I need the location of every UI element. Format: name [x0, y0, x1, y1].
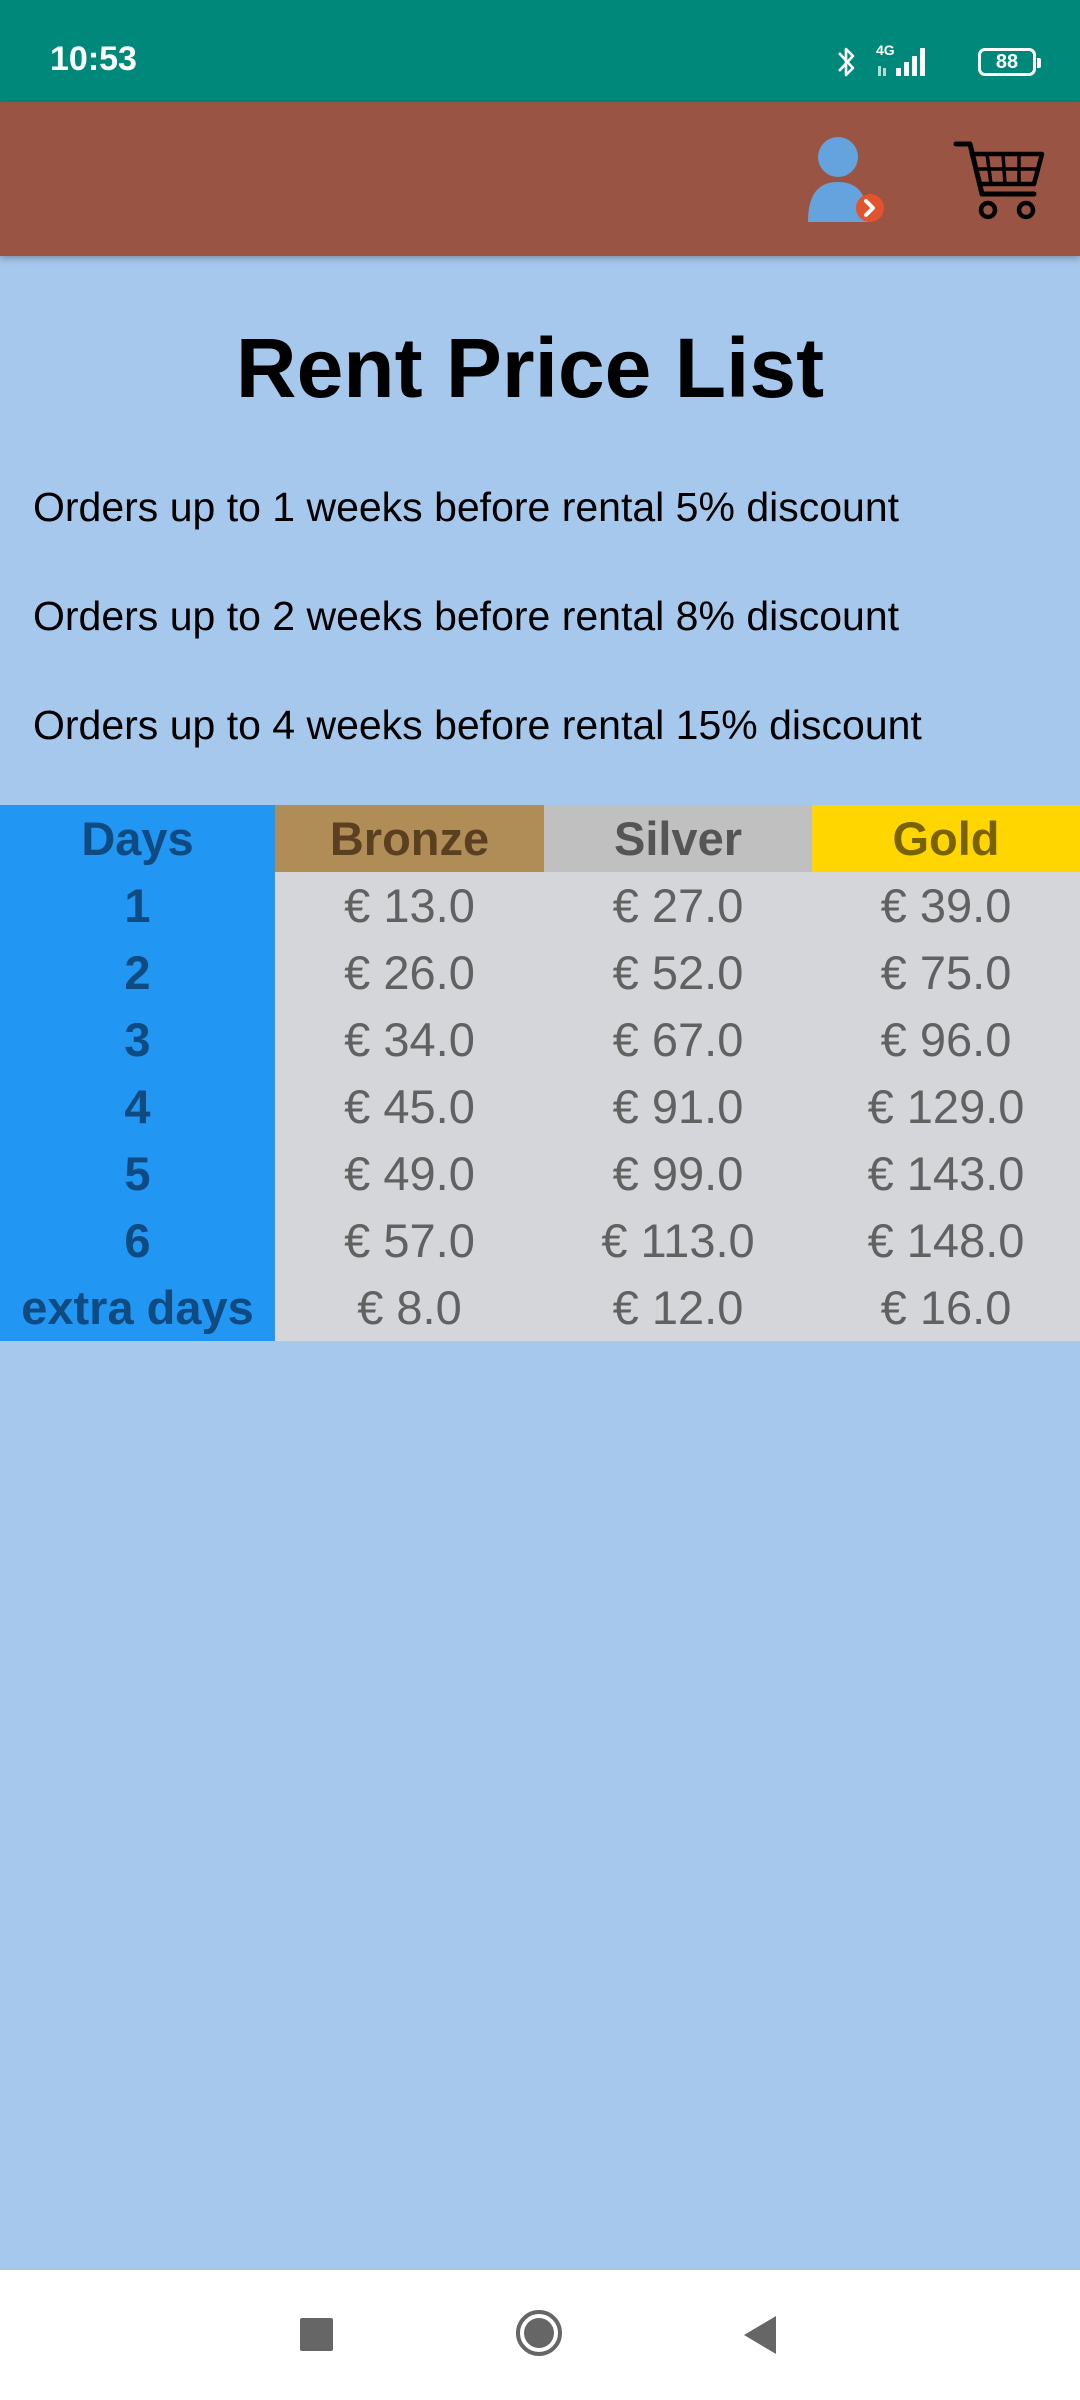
gold-price-cell: € 39.0	[812, 872, 1080, 939]
signal-icon	[878, 48, 925, 76]
battery-icon: 88	[978, 48, 1041, 76]
app-bar	[0, 102, 1080, 256]
header-bronze: Bronze	[275, 805, 544, 872]
silver-price-cell: € 91.0	[544, 1073, 812, 1140]
gold-price-cell: € 75.0	[812, 939, 1080, 1006]
gold-price-cell: € 129.0	[812, 1073, 1080, 1140]
silver-price-cell: € 52.0	[544, 939, 812, 1006]
days-cell: 6	[0, 1207, 275, 1274]
cart-button[interactable]	[950, 132, 1050, 232]
days-cell: 4	[0, 1073, 275, 1140]
header-silver: Silver	[544, 805, 812, 872]
status-bar: 10:53 4G 88	[0, 0, 1080, 102]
discount-text-2: Orders up to 2 weeks before rental 8% di…	[33, 593, 900, 639]
days-cell: 3	[0, 1006, 275, 1073]
bronze-price-cell: € 49.0	[275, 1140, 544, 1207]
home-icon[interactable]	[514, 2308, 564, 2358]
cart-icon	[953, 141, 1045, 220]
discount-text-3: Orders up to 4 weeks before rental 15% d…	[33, 702, 922, 748]
table-row: 3 € 34.0 € 67.0 € 96.0	[0, 1006, 1080, 1073]
table-row: 1 € 13.0 € 27.0 € 39.0	[0, 872, 1080, 939]
silver-price-cell: € 99.0	[544, 1140, 812, 1207]
silver-price-cell: € 67.0	[544, 1006, 812, 1073]
header-gold: Gold	[812, 805, 1080, 872]
silver-price-cell: € 113.0	[544, 1207, 812, 1274]
gold-price-cell: € 96.0	[812, 1006, 1080, 1073]
days-cell: extra days	[0, 1274, 275, 1341]
bronze-price-cell: € 13.0	[275, 872, 544, 939]
days-cell: 2	[0, 939, 275, 1006]
table-row: 4 € 45.0 € 91.0 € 129.0	[0, 1073, 1080, 1140]
bronze-price-cell: € 57.0	[275, 1207, 544, 1274]
bronze-price-cell: € 45.0	[275, 1073, 544, 1140]
table-row: 6 € 57.0 € 113.0 € 148.0	[0, 1207, 1080, 1274]
table-row: extra days € 8.0 € 12.0 € 16.0	[0, 1274, 1080, 1341]
price-table: Days Bronze Silver Gold 1 € 13.0 € 27.0 …	[0, 805, 1080, 1341]
gold-price-cell: € 143.0	[812, 1140, 1080, 1207]
recent-apps-icon[interactable]	[300, 2318, 333, 2351]
status-icons: 4G 88	[836, 42, 1041, 84]
bluetooth-icon	[838, 47, 855, 77]
profile-button[interactable]	[800, 130, 900, 230]
table-row: 5 € 49.0 € 99.0 € 143.0	[0, 1140, 1080, 1207]
bronze-price-cell: € 34.0	[275, 1006, 544, 1073]
discount-text-1: Orders up to 1 weeks before rental 5% di…	[33, 484, 900, 530]
table-row: 2 € 26.0 € 52.0 € 75.0	[0, 939, 1080, 1006]
bronze-price-cell: € 26.0	[275, 939, 544, 1006]
table-header-row: Days Bronze Silver Gold	[0, 805, 1080, 872]
back-icon[interactable]	[740, 2314, 780, 2356]
header-days: Days	[0, 805, 275, 872]
days-cell: 1	[0, 872, 275, 939]
bronze-price-cell: € 8.0	[275, 1274, 544, 1341]
days-cell: 5	[0, 1140, 275, 1207]
gold-price-cell: € 16.0	[812, 1274, 1080, 1341]
navigation-bar	[0, 2270, 1080, 2400]
profile-icon	[808, 137, 884, 222]
page-title: Rent Price List	[235, 321, 825, 415]
status-time: 10:53	[50, 40, 137, 78]
silver-price-cell: € 27.0	[544, 872, 812, 939]
silver-price-cell: € 12.0	[544, 1274, 812, 1341]
gold-price-cell: € 148.0	[812, 1207, 1080, 1274]
